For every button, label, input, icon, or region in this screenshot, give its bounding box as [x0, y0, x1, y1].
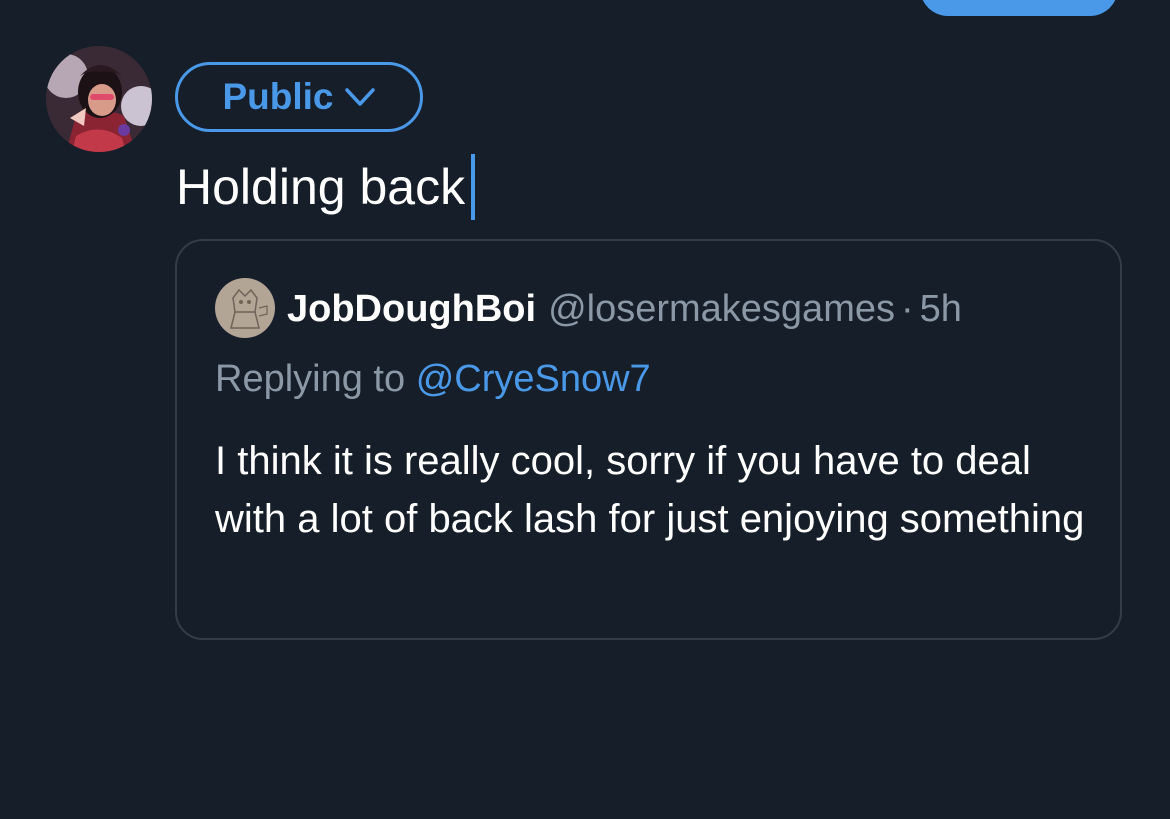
replying-handle-link[interactable]: @CryeSnow7 [416, 358, 651, 400]
audience-label: Public [222, 76, 334, 117]
quoted-user-avatar-image [215, 278, 275, 338]
quoted-timestamp[interactable]: 5h [920, 288, 962, 331]
text-caret [471, 154, 476, 220]
quoted-tweet-card[interactable]: JobDoughBoi @losermakesgames · 5h Replyi… [175, 239, 1122, 640]
user-avatar-image [46, 46, 152, 152]
quoted-tweet-header: JobDoughBoi @losermakesgames · 5h [287, 285, 962, 333]
replying-to-line: Replying to @CryeSnow7 [215, 358, 651, 401]
header-separator: · [900, 287, 914, 330]
quoted-handle[interactable]: @losermakesgames [548, 288, 895, 331]
draft-text: Holding back [176, 159, 466, 215]
user-avatar[interactable] [46, 46, 152, 152]
audience-button[interactable]: Public [175, 62, 423, 132]
quoted-tweet-text: I think it is really cool, sorry if you … [215, 439, 1085, 541]
quoted-user-avatar[interactable] [215, 278, 275, 338]
tweet-compose-input[interactable]: Holding back [176, 152, 1076, 222]
quoted-display-name[interactable]: JobDoughBoi [287, 288, 536, 331]
replying-prefix: Replying to [215, 358, 406, 400]
tweet-button[interactable] [920, 0, 1118, 16]
compose-tweet-screen: Public Holding back JobDoughBoi @loserma… [0, 0, 1170, 819]
chevron-down-icon [344, 86, 376, 108]
